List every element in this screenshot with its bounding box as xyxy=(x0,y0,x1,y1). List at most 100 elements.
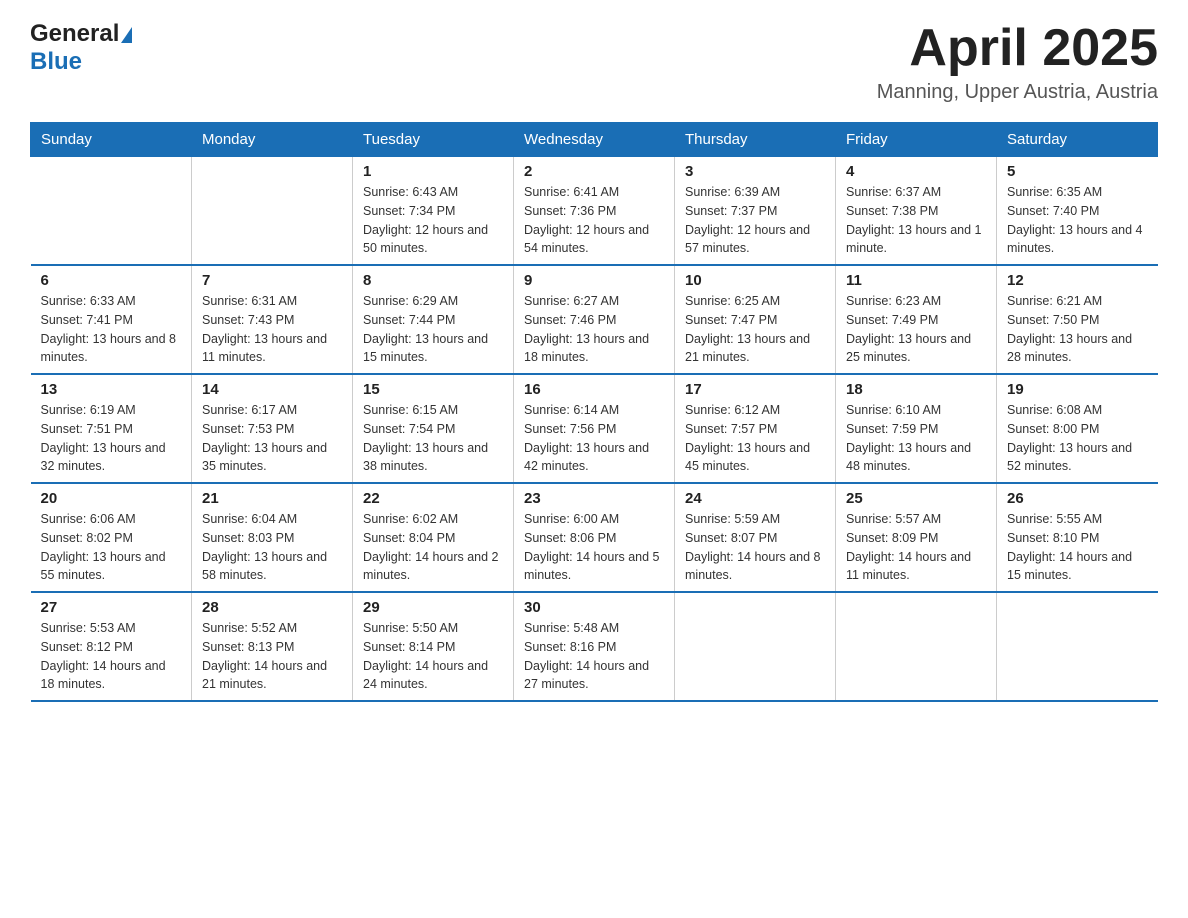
day-info: Sunrise: 5:53 AMSunset: 8:12 PMDaylight:… xyxy=(41,619,182,694)
day-info: Sunrise: 6:14 AMSunset: 7:56 PMDaylight:… xyxy=(524,401,664,476)
calendar-cell: 8 Sunrise: 6:29 AMSunset: 7:44 PMDaylight… xyxy=(353,265,514,374)
calendar-cell: 28Sunrise: 5:52 AMSunset: 8:13 PMDayligh… xyxy=(192,592,353,701)
day-number: 23 xyxy=(524,490,664,507)
calendar-cell: 3 Sunrise: 6:39 AMSunset: 7:37 PMDaylight… xyxy=(675,157,836,266)
day-info: Sunrise: 6:31 AMSunset: 7:43 PMDaylight:… xyxy=(202,292,342,367)
day-number: 25 xyxy=(846,490,986,507)
day-number: 9 xyxy=(524,272,664,289)
calendar-cell: 10Sunrise: 6:25 AMSunset: 7:47 PMDayligh… xyxy=(675,265,836,374)
day-number: 30 xyxy=(524,599,664,616)
day-info: Sunrise: 6:00 AMSunset: 8:06 PMDaylight:… xyxy=(524,510,664,585)
logo-general-text: General xyxy=(30,20,119,48)
calendar-cell: 12 Sunrise: 6:21 AMSunset: 7:50 PMDayligh… xyxy=(997,265,1158,374)
header-sunday: Sunday xyxy=(31,123,192,157)
header-friday: Friday xyxy=(836,123,997,157)
day-number: 24 xyxy=(685,490,825,507)
calendar-cell: 26Sunrise: 5:55 AMSunset: 8:10 PMDayligh… xyxy=(997,483,1158,592)
week-row-4: 20 Sunrise: 6:06 AMSunset: 8:02 PMDayligh… xyxy=(31,483,1158,592)
day-info: Sunrise: 6:08 AMSunset: 8:00 PMDaylight:… xyxy=(1007,401,1148,476)
day-number: 2 xyxy=(524,163,664,180)
logo-blue-text: Blue xyxy=(30,48,82,76)
calendar-cell: 18Sunrise: 6:10 AMSunset: 7:59 PMDayligh… xyxy=(836,374,997,483)
day-number: 15 xyxy=(363,381,503,398)
day-info: Sunrise: 6:33 AMSunset: 7:41 PMDaylight:… xyxy=(41,292,182,367)
calendar-cell: 4 Sunrise: 6:37 AMSunset: 7:38 PMDaylight… xyxy=(836,157,997,266)
day-info: Sunrise: 5:57 AMSunset: 8:09 PMDaylight:… xyxy=(846,510,986,585)
header-thursday: Thursday xyxy=(675,123,836,157)
day-number: 1 xyxy=(363,163,503,180)
header-monday: Monday xyxy=(192,123,353,157)
calendar-cell: 7 Sunrise: 6:31 AMSunset: 7:43 PMDaylight… xyxy=(192,265,353,374)
calendar-cell xyxy=(836,592,997,701)
day-info: Sunrise: 6:15 AMSunset: 7:54 PMDaylight:… xyxy=(363,401,503,476)
calendar-cell: 14Sunrise: 6:17 AMSunset: 7:53 PMDayligh… xyxy=(192,374,353,483)
day-number: 6 xyxy=(41,272,182,289)
day-info: Sunrise: 6:25 AMSunset: 7:47 PMDaylight:… xyxy=(685,292,825,367)
day-number: 8 xyxy=(363,272,503,289)
day-info: Sunrise: 5:48 AMSunset: 8:16 PMDaylight:… xyxy=(524,619,664,694)
day-info: Sunrise: 5:59 AMSunset: 8:07 PMDaylight:… xyxy=(685,510,825,585)
day-number: 5 xyxy=(1007,163,1148,180)
header-tuesday: Tuesday xyxy=(353,123,514,157)
day-info: Sunrise: 6:21 AMSunset: 7:50 PMDaylight:… xyxy=(1007,292,1148,367)
day-number: 3 xyxy=(685,163,825,180)
day-info: Sunrise: 6:37 AMSunset: 7:38 PMDaylight:… xyxy=(846,183,986,258)
day-info: Sunrise: 6:39 AMSunset: 7:37 PMDaylight:… xyxy=(685,183,825,258)
calendar-subtitle: Manning, Upper Austria, Austria xyxy=(877,81,1158,104)
day-number: 17 xyxy=(685,381,825,398)
header-wednesday: Wednesday xyxy=(514,123,675,157)
day-number: 7 xyxy=(202,272,342,289)
calendar-cell: 17Sunrise: 6:12 AMSunset: 7:57 PMDayligh… xyxy=(675,374,836,483)
calendar-cell xyxy=(675,592,836,701)
calendar-cell: 1Sunrise: 6:43 AMSunset: 7:34 PMDaylight… xyxy=(353,157,514,266)
header-saturday: Saturday xyxy=(997,123,1158,157)
day-number: 20 xyxy=(41,490,182,507)
calendar-header-row: SundayMondayTuesdayWednesdayThursdayFrid… xyxy=(31,123,1158,157)
calendar-cell: 16 Sunrise: 6:14 AMSunset: 7:56 PMDayligh… xyxy=(514,374,675,483)
day-info: Sunrise: 6:41 AMSunset: 7:36 PMDaylight:… xyxy=(524,183,664,258)
calendar-title: April 2025 xyxy=(877,20,1158,77)
calendar-cell xyxy=(192,157,353,266)
calendar-cell xyxy=(997,592,1158,701)
week-row-2: 6 Sunrise: 6:33 AMSunset: 7:41 PMDaylight… xyxy=(31,265,1158,374)
calendar-cell: 20 Sunrise: 6:06 AMSunset: 8:02 PMDayligh… xyxy=(31,483,192,592)
day-number: 21 xyxy=(202,490,342,507)
logo: General Blue xyxy=(30,20,132,76)
calendar-cell: 29Sunrise: 5:50 AMSunset: 8:14 PMDayligh… xyxy=(353,592,514,701)
day-number: 12 xyxy=(1007,272,1148,289)
day-info: Sunrise: 6:35 AMSunset: 7:40 PMDaylight:… xyxy=(1007,183,1148,258)
week-row-3: 13 Sunrise: 6:19 AMSunset: 7:51 PMDayligh… xyxy=(31,374,1158,483)
day-number: 28 xyxy=(202,599,342,616)
title-block: April 2025 Manning, Upper Austria, Austr… xyxy=(877,20,1158,104)
week-row-1: 1Sunrise: 6:43 AMSunset: 7:34 PMDaylight… xyxy=(31,157,1158,266)
calendar-cell: 25 Sunrise: 5:57 AMSunset: 8:09 PMDayligh… xyxy=(836,483,997,592)
day-number: 16 xyxy=(524,381,664,398)
day-number: 4 xyxy=(846,163,986,180)
day-number: 22 xyxy=(363,490,503,507)
day-info: Sunrise: 6:06 AMSunset: 8:02 PMDaylight:… xyxy=(41,510,182,585)
calendar-cell: 22 Sunrise: 6:02 AMSunset: 8:04 PMDayligh… xyxy=(353,483,514,592)
day-number: 13 xyxy=(41,381,182,398)
week-row-5: 27 Sunrise: 5:53 AMSunset: 8:12 PMDayligh… xyxy=(31,592,1158,701)
day-info: Sunrise: 6:19 AMSunset: 7:51 PMDaylight:… xyxy=(41,401,182,476)
day-number: 27 xyxy=(41,599,182,616)
calendar-cell: 2 Sunrise: 6:41 AMSunset: 7:36 PMDaylight… xyxy=(514,157,675,266)
calendar-cell: 24 Sunrise: 5:59 AMSunset: 8:07 PMDayligh… xyxy=(675,483,836,592)
calendar-cell: 5 Sunrise: 6:35 AMSunset: 7:40 PMDaylight… xyxy=(997,157,1158,266)
day-info: Sunrise: 6:04 AMSunset: 8:03 PMDaylight:… xyxy=(202,510,342,585)
day-number: 19 xyxy=(1007,381,1148,398)
day-info: Sunrise: 6:23 AMSunset: 7:49 PMDaylight:… xyxy=(846,292,986,367)
calendar-cell: 23 Sunrise: 6:00 AMSunset: 8:06 PMDayligh… xyxy=(514,483,675,592)
calendar-cell: 6 Sunrise: 6:33 AMSunset: 7:41 PMDaylight… xyxy=(31,265,192,374)
day-info: Sunrise: 6:02 AMSunset: 8:04 PMDaylight:… xyxy=(363,510,503,585)
calendar-cell: 21 Sunrise: 6:04 AMSunset: 8:03 PMDayligh… xyxy=(192,483,353,592)
calendar-cell xyxy=(31,157,192,266)
day-info: Sunrise: 6:29 AMSunset: 7:44 PMDaylight:… xyxy=(363,292,503,367)
day-info: Sunrise: 6:10 AMSunset: 7:59 PMDaylight:… xyxy=(846,401,986,476)
calendar-cell: 11Sunrise: 6:23 AMSunset: 7:49 PMDayligh… xyxy=(836,265,997,374)
logo-arrow-icon xyxy=(121,27,132,43)
day-info: Sunrise: 5:55 AMSunset: 8:10 PMDaylight:… xyxy=(1007,510,1148,585)
calendar-cell: 27 Sunrise: 5:53 AMSunset: 8:12 PMDayligh… xyxy=(31,592,192,701)
calendar-cell: 9Sunrise: 6:27 AMSunset: 7:46 PMDaylight… xyxy=(514,265,675,374)
calendar-table: SundayMondayTuesdayWednesdayThursdayFrid… xyxy=(30,122,1158,702)
